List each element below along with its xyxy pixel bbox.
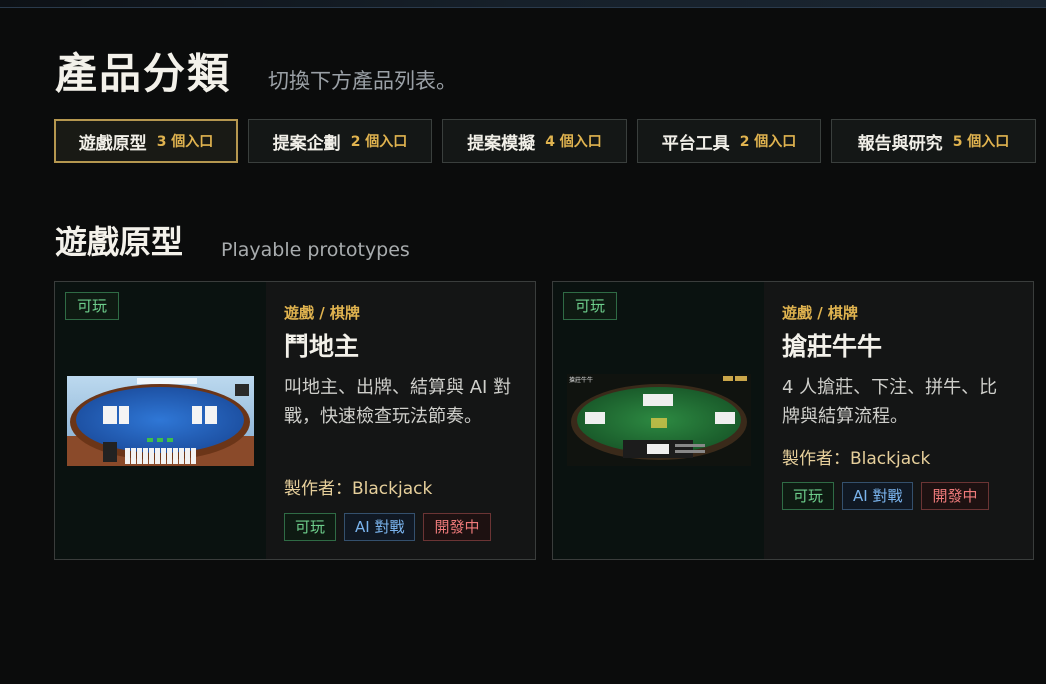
tab-label: 遊戲原型 — [78, 133, 147, 154]
card-maker: 製作者：Blackjack — [782, 449, 931, 469]
tab-label: 報告與研究 — [857, 133, 943, 154]
doudizhu-table-thumbnail — [67, 376, 254, 466]
tab-reports-research[interactable]: 報告與研究 5 個入口 — [831, 119, 1036, 163]
card-category: 遊戲 / 棋牌 — [782, 304, 858, 322]
card-tags: 可玩 AI 對戰 開發中 — [284, 513, 491, 541]
card-description: 4 人搶莊、下注、拼牛、比牌與結算流程。 — [782, 377, 998, 427]
tab-count: 5 個入口 — [952, 134, 1010, 150]
tab-count: 2 個入口 — [739, 134, 797, 150]
tab-proposal-planning[interactable]: 提案企劃 2 個入口 — [248, 119, 432, 163]
niuniu-table-thumbnail: 搶莊牛牛 — [567, 374, 751, 466]
tag-in-development: 開發中 — [423, 513, 491, 541]
tab-count: 3 個入口 — [156, 134, 214, 150]
card-tags: 可玩 AI 對戰 開發中 — [782, 482, 989, 510]
thumbnail-title: 搶莊牛牛 — [569, 376, 593, 384]
card-thumbnail-area: 可玩 搶莊牛牛 — [553, 282, 764, 559]
tag-playable: 可玩 — [782, 482, 835, 510]
tag-ai-battle: AI 對戰 — [344, 513, 416, 541]
card-title: 鬥地主 — [284, 332, 360, 361]
status-badge: 可玩 — [563, 292, 618, 320]
product-card-niuniu[interactable]: 可玩 搶莊牛牛 遊戲 / 棋牌 搶莊牛牛 4 人搶莊、下注、拼牛、比牌與結算流程… — [552, 281, 1034, 560]
card-description: 叫地主、出牌、結算與 AI 對戰，快速檢查玩法節奏。 — [284, 377, 512, 427]
tab-proposal-simulation[interactable]: 提案模擬 4 個入口 — [442, 119, 627, 163]
tag-ai-battle: AI 對戰 — [842, 482, 914, 510]
card-title: 搶莊牛牛 — [782, 332, 883, 361]
tab-game-prototypes[interactable]: 遊戲原型 3 個入口 — [54, 119, 238, 163]
tag-in-development: 開發中 — [921, 482, 989, 510]
card-maker: 製作者：Blackjack — [284, 479, 433, 499]
section-subtitle: Playable prototypes — [221, 239, 410, 261]
tag-playable: 可玩 — [284, 513, 337, 541]
card-category: 遊戲 / 棋牌 — [284, 304, 360, 322]
top-bar — [0, 0, 1046, 8]
tab-count: 2 個入口 — [350, 134, 408, 150]
tab-label: 提案模擬 — [467, 133, 536, 154]
section-title: 遊戲原型 — [55, 223, 184, 261]
tab-count: 4 個入口 — [545, 134, 602, 150]
page-subtitle: 切換下方產品列表。 — [268, 69, 457, 93]
card-thumbnail-area: 可玩 — [55, 282, 266, 559]
tab-label: 平台工具 — [661, 133, 730, 154]
status-badge: 可玩 — [65, 292, 120, 320]
page: 產品分類 切換下方產品列表。 遊戲原型 3 個入口 提案企劃 2 個入口 提案模… — [0, 0, 1046, 684]
page-title: 產品分類 — [55, 49, 232, 98]
tab-label: 提案企劃 — [272, 133, 341, 154]
tab-platform-tools[interactable]: 平台工具 2 個入口 — [637, 119, 821, 163]
product-card-doudizhu[interactable]: 可玩 遊戲 / 棋牌 鬥地主 叫地主、出牌、結算與 AI 對戰，快速檢查玩法節奏… — [54, 281, 536, 560]
